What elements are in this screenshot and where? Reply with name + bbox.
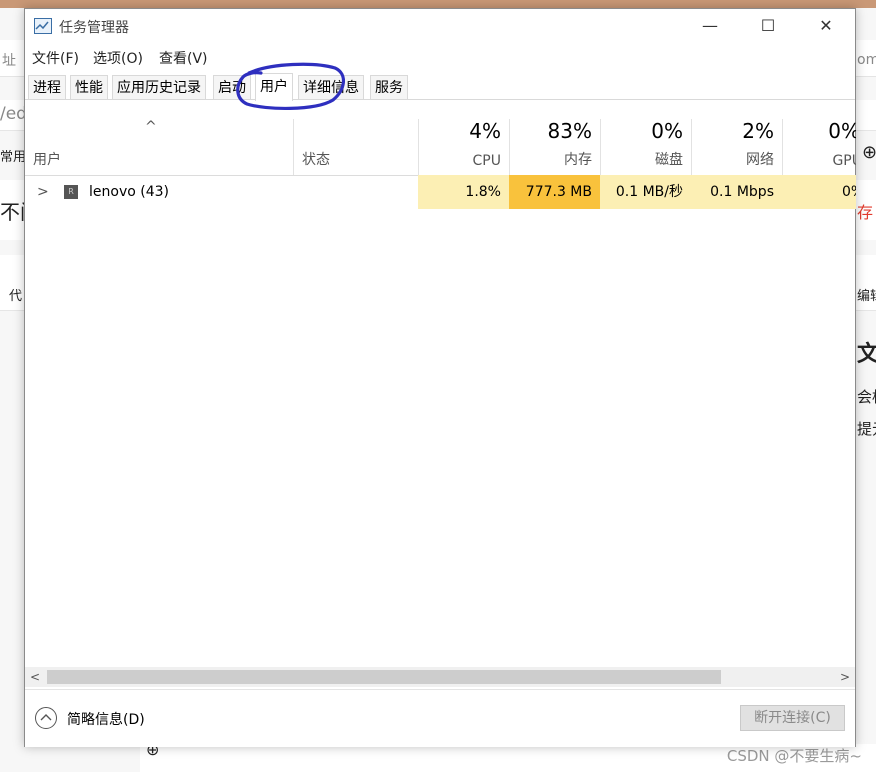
column-cpu-label: CPU [472, 153, 501, 169]
background-text: 提元 [857, 420, 876, 438]
column-network[interactable]: 2% 网络 [691, 119, 782, 175]
tab-bar: 进程 性能 应用历史记录 启动 用户 详细信息 服务 [25, 71, 855, 101]
column-user[interactable]: ^ 用户 [25, 119, 293, 175]
column-status[interactable]: 状态 [293, 119, 418, 175]
background-text: 代 [9, 289, 23, 304]
horizontal-scrollbar[interactable]: < > [25, 667, 855, 687]
sort-arrow-icon: ^ [145, 119, 157, 135]
window-title: 任务管理器 [59, 20, 129, 36]
menu-view[interactable]: 查看(V) [159, 48, 208, 68]
background-text: 文 [857, 342, 876, 367]
column-disk[interactable]: 0% 磁盘 [600, 119, 691, 175]
tab-services[interactable]: 服务 [370, 75, 408, 99]
disconnect-button[interactable]: 断开连接(C) [740, 705, 845, 731]
task-manager-icon [34, 18, 52, 34]
maximize-button[interactable]: ☐ [739, 9, 797, 43]
user-status [293, 175, 418, 209]
background-text: 编辑 [857, 289, 876, 304]
user-memory: 777.3 MB [509, 175, 600, 209]
gpu-total: 0% [828, 119, 856, 143]
user-network: 0.1 Mbps [691, 175, 782, 209]
column-user-label: 用户 [33, 152, 61, 168]
user-gpu: 0% [782, 175, 856, 209]
user-cpu: 1.8% [418, 175, 509, 209]
scroll-right-icon[interactable]: > [835, 667, 855, 687]
background-text: /ed [0, 104, 27, 124]
scrollbar-thumb[interactable] [47, 670, 721, 684]
menu-options[interactable]: 选项(O) [93, 48, 143, 68]
globe-icon: ⊕ [862, 142, 876, 163]
column-cpu[interactable]: 4% CPU [418, 119, 509, 175]
background-text: 址 [2, 53, 16, 69]
menu-file[interactable]: 文件(F) [32, 48, 79, 68]
disk-total: 0% [651, 119, 683, 143]
menu-bar: 文件(F) 选项(O) 查看(V) [25, 43, 855, 69]
tab-performance[interactable]: 性能 [70, 75, 108, 99]
column-memory[interactable]: 83% 内存 [509, 119, 600, 175]
table-row[interactable]: > R lenovo (43) 1.8% 777.3 MB 0.1 MB/秒 0… [25, 175, 856, 209]
watermark: CSDN @不要生病~ [726, 747, 862, 765]
column-memory-label: 内存 [564, 152, 592, 168]
background-text: om [857, 52, 876, 68]
footer: 简略信息(D) 断开连接(C) [25, 689, 855, 747]
minimize-button[interactable]: — [681, 9, 739, 43]
tab-app-history[interactable]: 应用历史记录 [112, 75, 206, 99]
column-status-label: 状态 [302, 152, 330, 168]
fewer-details-label: 简略信息(D) [67, 712, 145, 728]
chevron-up-circle-icon [35, 707, 57, 729]
task-manager-window: 任务管理器 — ☐ ✕ 文件(F) 选项(O) 查看(V) 进程 性能 应用历史… [24, 8, 856, 747]
user-disk: 0.1 MB/秒 [600, 175, 691, 209]
scroll-left-icon[interactable]: < [25, 667, 45, 687]
expand-chevron-icon[interactable]: > [37, 175, 49, 209]
background-text: 常用 [0, 150, 27, 165]
table-header: ^ 用户 状态 4% CPU 83% 内存 0% 磁盘 2% 网络 0% GPU [25, 119, 856, 176]
memory-total: 83% [547, 119, 592, 143]
column-network-label: 网络 [746, 152, 774, 168]
background-header-strip [0, 0, 876, 8]
cpu-total: 4% [469, 119, 501, 143]
annotation-circle [236, 62, 345, 110]
column-disk-label: 磁盘 [655, 152, 683, 168]
column-gpu-label: GPU [832, 153, 856, 169]
background-text: 存 [857, 203, 874, 222]
column-gpu[interactable]: 0% GPU [782, 119, 856, 175]
network-total: 2% [742, 119, 774, 143]
user-name: lenovo (43) [89, 184, 169, 200]
title-bar[interactable]: 任务管理器 — ☐ ✕ [25, 9, 855, 43]
close-button[interactable]: ✕ [797, 9, 855, 43]
background-text: 会标 [857, 388, 876, 406]
tab-processes[interactable]: 进程 [28, 75, 66, 99]
user-icon: R [64, 185, 78, 199]
